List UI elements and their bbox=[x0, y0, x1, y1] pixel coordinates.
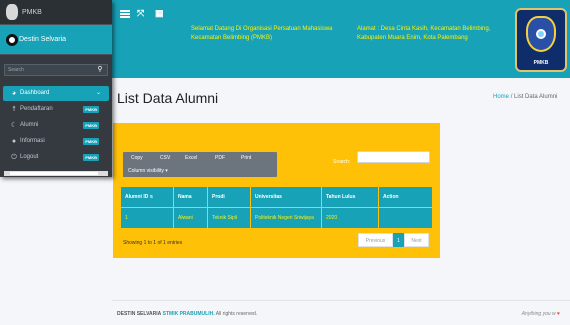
brand-logo-icon bbox=[6, 4, 18, 20]
column-header[interactable]: Prodi bbox=[207, 186, 251, 208]
badge: PMKB bbox=[83, 154, 99, 161]
expand-icon[interactable]: ⤧ bbox=[137, 8, 144, 18]
user-avatar bbox=[6, 34, 18, 46]
column-visibility-button[interactable]: Column visibility ▾ bbox=[123, 165, 186, 177]
shield-emblem-icon bbox=[526, 16, 556, 52]
user-panel[interactable]: Destin Selvaria bbox=[0, 25, 112, 55]
sidebar-item-dashboard[interactable]: ◕ Dashboard ⌄ bbox=[3, 86, 109, 101]
sidebar-item-logout[interactable]: ⏻ Logout PMKB bbox=[3, 150, 109, 165]
breadcrumb-home-link[interactable]: Home bbox=[493, 94, 509, 100]
sidebar-search: ⚲ bbox=[4, 64, 108, 76]
alumni-card: Copy CSV Excel PDF Print Column visibili… bbox=[113, 123, 440, 258]
sidebar-item-alumni[interactable]: ☾ Alumni PMKB bbox=[3, 118, 109, 133]
table-cell: 2020 bbox=[321, 207, 379, 229]
sidebar: PMKB Destin Selvaria ⚲ ◕ Dashboard ⌄ ☨ P… bbox=[0, 0, 112, 177]
menu-toggle-icon[interactable] bbox=[120, 10, 130, 18]
pmkb-logo: PMKB bbox=[515, 8, 567, 72]
sidebar-nav: ◕ Dashboard ⌄ ☨ Pendaftaran PMKB ☾ Alumn… bbox=[3, 86, 109, 166]
badge: PMKB bbox=[83, 138, 99, 145]
footer-copyright: DESTIN SELVARIA STMIK PRABUMULIH. All ri… bbox=[117, 311, 258, 317]
sidebar-search-input[interactable] bbox=[5, 65, 93, 75]
print-button[interactable]: Print bbox=[241, 152, 251, 164]
next-button[interactable]: Next bbox=[404, 233, 429, 247]
sidebar-scrollbar[interactable] bbox=[4, 171, 108, 176]
excel-button[interactable]: Excel bbox=[185, 152, 197, 164]
grid-icon[interactable]: ▦ bbox=[155, 8, 164, 18]
footer-site-link[interactable]: STMIK PRABUMULIH. bbox=[163, 311, 215, 317]
address-banner: Alamat : Desa Cinta Kasih, Kecamatan Bel… bbox=[352, 22, 504, 58]
sidebar-item-pendaftaran[interactable]: ☨ Pendaftaran PMKB bbox=[3, 102, 109, 117]
power-icon: ⏻ bbox=[11, 154, 17, 161]
table-search-input[interactable] bbox=[357, 151, 430, 163]
footer-right-text: Anything you w ♥ bbox=[521, 311, 560, 317]
table-info: Showing 1 to 1 of 1 entries bbox=[123, 240, 183, 246]
page-1-button[interactable]: 1 bbox=[393, 233, 404, 247]
breadcrumb-current: List Data Alumni bbox=[514, 94, 558, 100]
column-header[interactable]: Action bbox=[378, 186, 433, 208]
column-header[interactable]: Tahun Lulus bbox=[321, 186, 379, 208]
table-search-label: Search: bbox=[333, 159, 351, 165]
breadcrumb: Home / List Data Alumni bbox=[493, 94, 558, 100]
badge: PMKB bbox=[83, 122, 99, 129]
user-name: Destin Selvaria bbox=[19, 36, 67, 43]
sidebar-item-informasi[interactable]: ● Informasi PMKB bbox=[3, 134, 109, 149]
chevron-down-icon: ⌄ bbox=[95, 90, 101, 96]
footer-divider bbox=[112, 300, 570, 301]
table-cell: 1 bbox=[120, 207, 174, 229]
page-title: List Data Alumni bbox=[117, 90, 219, 106]
table-cell: Alwani bbox=[173, 207, 208, 229]
column-header[interactable]: Nama bbox=[173, 186, 208, 208]
table-cell bbox=[378, 207, 433, 229]
search-icon[interactable]: ⚲ bbox=[93, 65, 107, 75]
table-header-row: Alumni ID ⇅ Nama Prodi Universitas Tahun… bbox=[120, 186, 433, 208]
table-row: 1 Alwani Teknik Sipil Politeknik Negeri … bbox=[120, 207, 433, 229]
table-cell: Teknik Sipil bbox=[207, 207, 251, 229]
copy-button[interactable]: Copy bbox=[131, 152, 143, 164]
brand-text: PMKB bbox=[22, 9, 42, 16]
pdf-button[interactable]: PDF bbox=[215, 152, 225, 164]
table-cell: Politeknik Negeri Sriwijaya bbox=[250, 207, 322, 229]
csv-button[interactable]: CSV bbox=[160, 152, 170, 164]
previous-button[interactable]: Previous bbox=[358, 233, 393, 247]
alumni-table: Alumni ID ⇅ Nama Prodi Universitas Tahun… bbox=[120, 186, 433, 229]
alumni-icon: ☾ bbox=[10, 122, 18, 129]
sort-icon: ⇅ bbox=[149, 194, 154, 199]
dashboard-icon: ◕ bbox=[11, 90, 17, 97]
info-icon: ● bbox=[11, 138, 17, 145]
caret-down-icon: ▾ bbox=[165, 168, 168, 174]
badge: PMKB bbox=[83, 106, 99, 113]
person-icon: ☨ bbox=[12, 106, 16, 113]
column-header[interactable]: Alumni ID ⇅ bbox=[120, 186, 174, 208]
export-toolbar: Copy CSV Excel PDF Print Column visibili… bbox=[123, 152, 277, 177]
heart-icon: ♥ bbox=[557, 311, 560, 317]
brand-link[interactable]: PMKB bbox=[0, 0, 112, 25]
welcome-banner: Selamat Datang Di Organisasi Persatuan M… bbox=[186, 22, 342, 58]
column-header[interactable]: Universitas bbox=[250, 186, 322, 208]
